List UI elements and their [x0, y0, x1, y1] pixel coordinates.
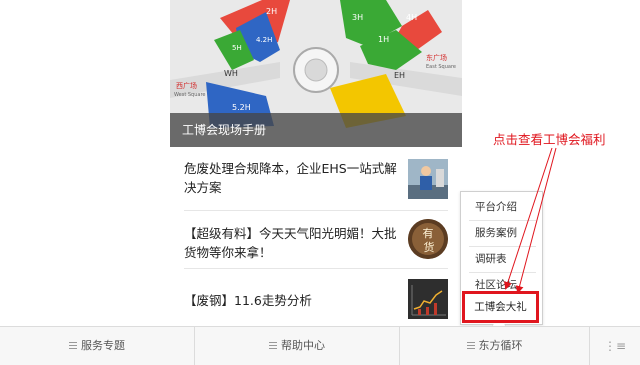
- menu-lines-icon: [69, 342, 77, 349]
- annotation-arrows: [504, 147, 557, 294]
- menu-lines-icon: [466, 342, 475, 349]
- arrow-to-gift-secondary: [515, 147, 557, 294]
- nav-help-center[interactable]: 帮助中心: [195, 327, 400, 365]
- nav-service-topics[interactable]: 服务专题: [0, 327, 195, 365]
- arrow-to-gift: [504, 147, 553, 290]
- nav-label: 东方循环: [478, 339, 523, 352]
- nav-eastern-cycle[interactable]: 东方循环: [400, 327, 590, 365]
- keyboard-toggle-icon[interactable]: ⋮≡: [590, 327, 640, 365]
- wechat-article-page: 2H 3H 4H 1H 4.2H 5H 5.2H WH EH 西广场 West …: [0, 0, 640, 365]
- menu-lines-icon: [269, 342, 277, 349]
- nav-label: 服务专题: [81, 339, 125, 352]
- bottom-nav: 服务专题 帮助中心 东方循环 ⋮≡: [0, 326, 640, 365]
- nav-label: 帮助中心: [281, 339, 325, 352]
